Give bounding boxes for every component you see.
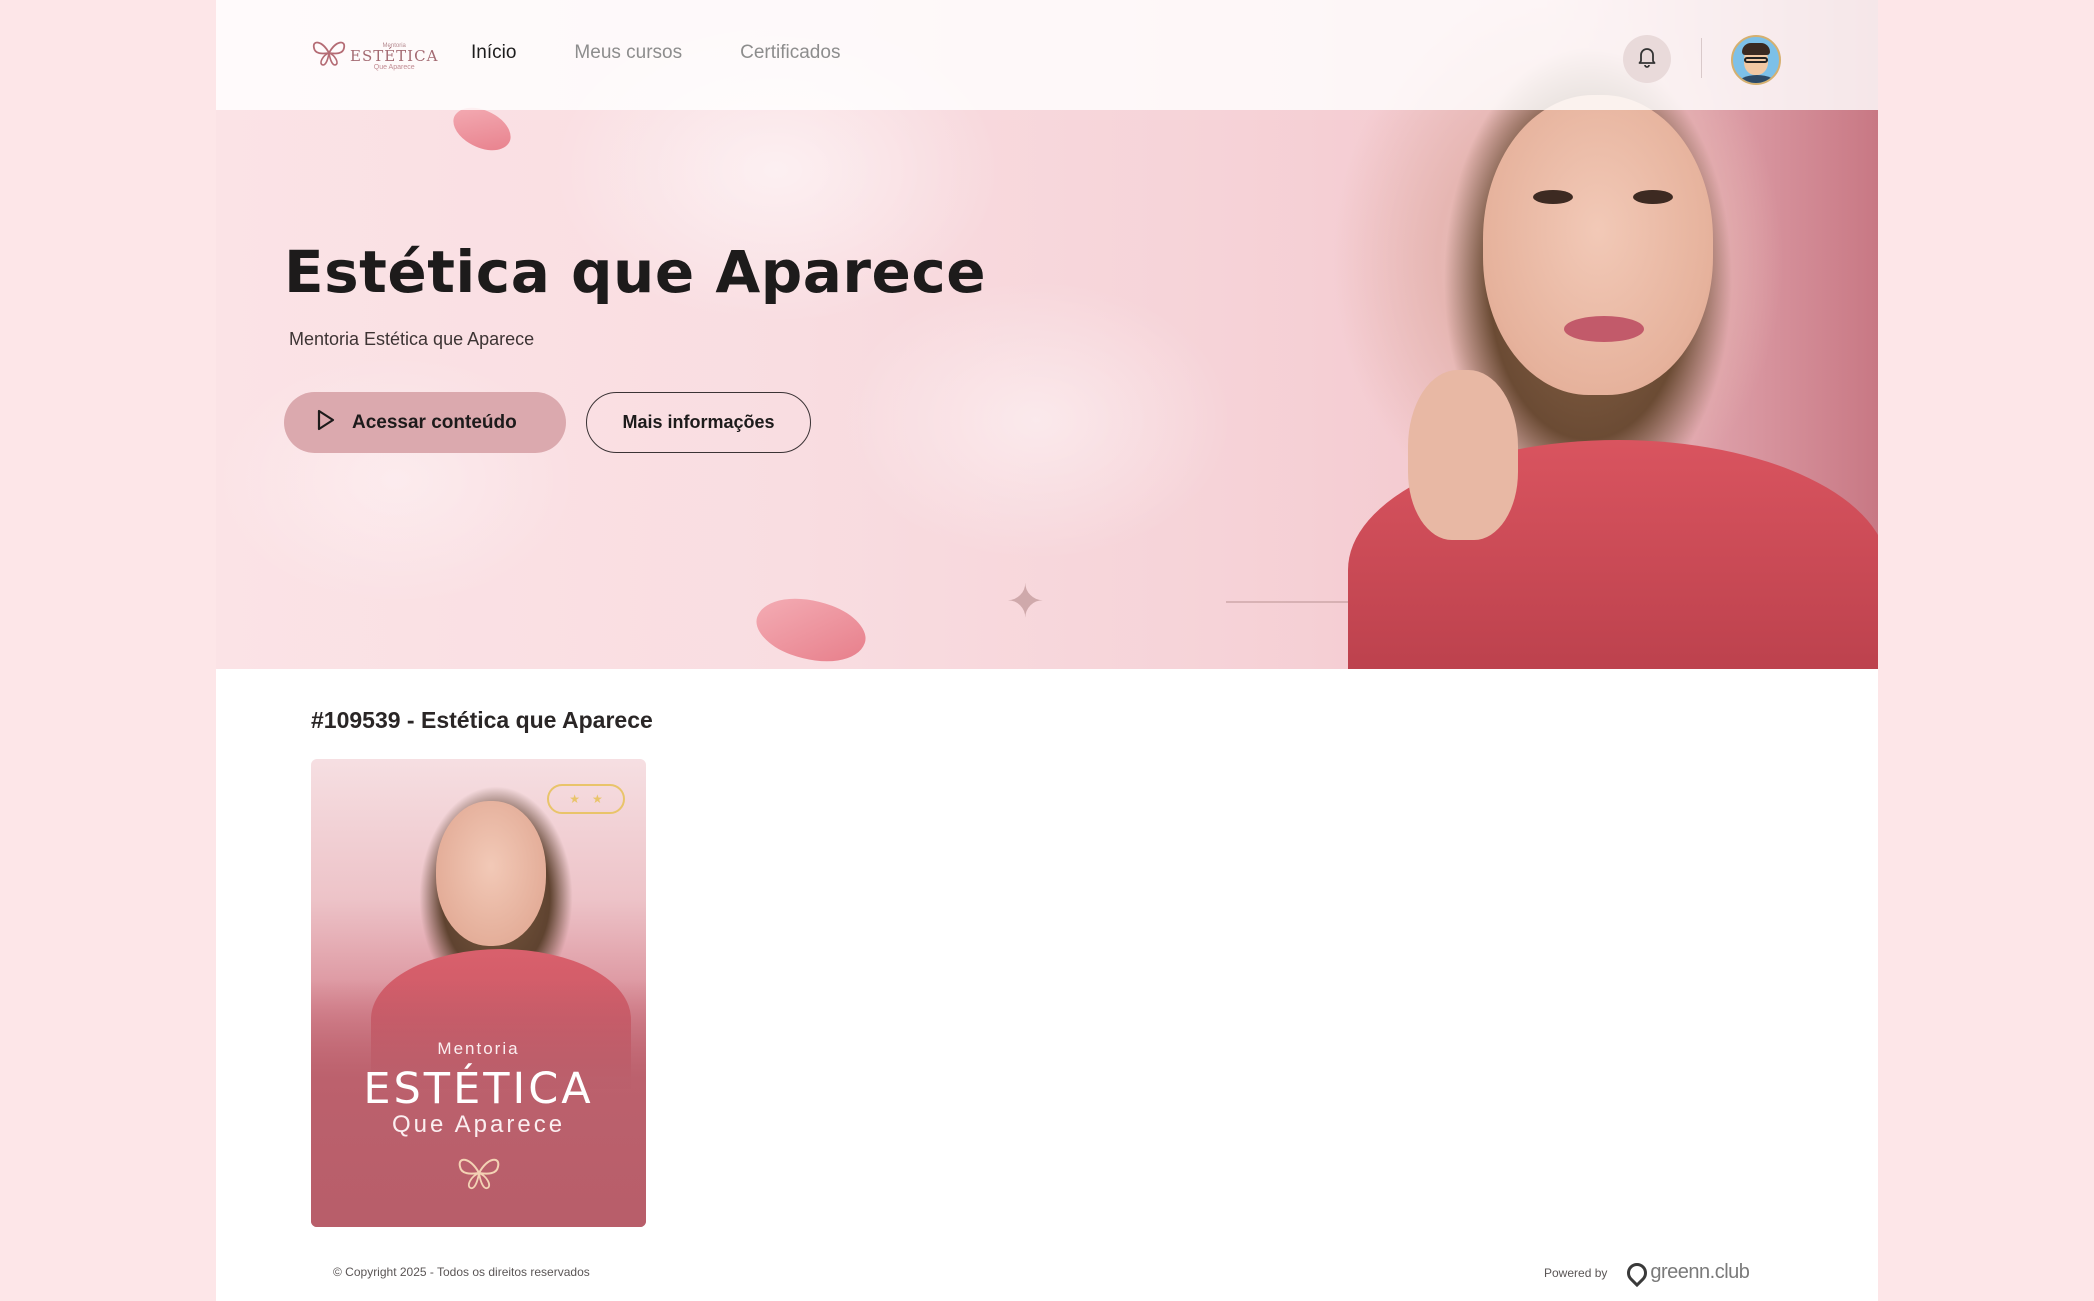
star-badge-icon: ★ ★ [547,784,625,814]
course-card-line3: Que Aparece [391,1111,566,1138]
hero-subtitle: Mentoria Estética que Aparece [289,329,535,349]
more-info-button[interactable]: Mais informações [586,392,811,453]
course-card-line2: ESTÉTICA [363,1064,594,1114]
hero-title: Estética que Aparece [284,238,987,306]
location-pin-icon [1623,1258,1652,1287]
copyright-text: © Copyright 2025 - Todos os direitos res… [333,1265,590,1279]
access-content-label: Acessar conteúdo [352,411,517,433]
butterfly-icon [311,1154,646,1201]
main-nav: Início Meus cursos Certificados [471,42,840,64]
notifications-button[interactable] [1623,35,1671,83]
nav-item-inicio[interactable]: Início [471,42,516,64]
site-logo[interactable]: Mentoria ESTÉTICA Que Aparece [310,38,438,76]
access-content-button[interactable]: Acessar conteúdo [284,392,566,453]
course-card[interactable]: ★ ★ Mentoria ESTÉTICA Que Aparece [311,759,646,1227]
logo-name: ESTÉTICA [350,47,439,65]
nav-item-meus-cursos[interactable]: Meus cursos [574,42,682,64]
play-icon [316,409,336,437]
nav-item-certificados[interactable]: Certificados [740,42,840,64]
course-card-line1: Mentoria [437,1039,520,1058]
powered-by-label: Powered by [1544,1265,1608,1280]
greenn-club-logo[interactable]: greenn.club [1623,1258,1750,1287]
bell-icon [1637,46,1657,73]
powered-by: Powered by greenn.club [1544,1258,1750,1287]
sparkle-icon: ✦ [1006,575,1045,627]
user-avatar[interactable] [1731,35,1781,85]
course-section-title: #109539 - Estética que Aparece [311,707,653,733]
page-container: ✦ Estética que Aparece Mentoria Estética… [216,0,1878,1301]
header-divider [1701,38,1702,78]
logo-bottom-text: Que Aparece [373,64,415,71]
butterfly-icon [310,38,348,76]
top-navigation-bar: Mentoria ESTÉTICA Que Aparece Início Meu… [216,0,1878,110]
brand-name: greenn.club [1650,1261,1750,1283]
logo-wordmark: Mentoria ESTÉTICA Que Aparece [350,43,438,71]
